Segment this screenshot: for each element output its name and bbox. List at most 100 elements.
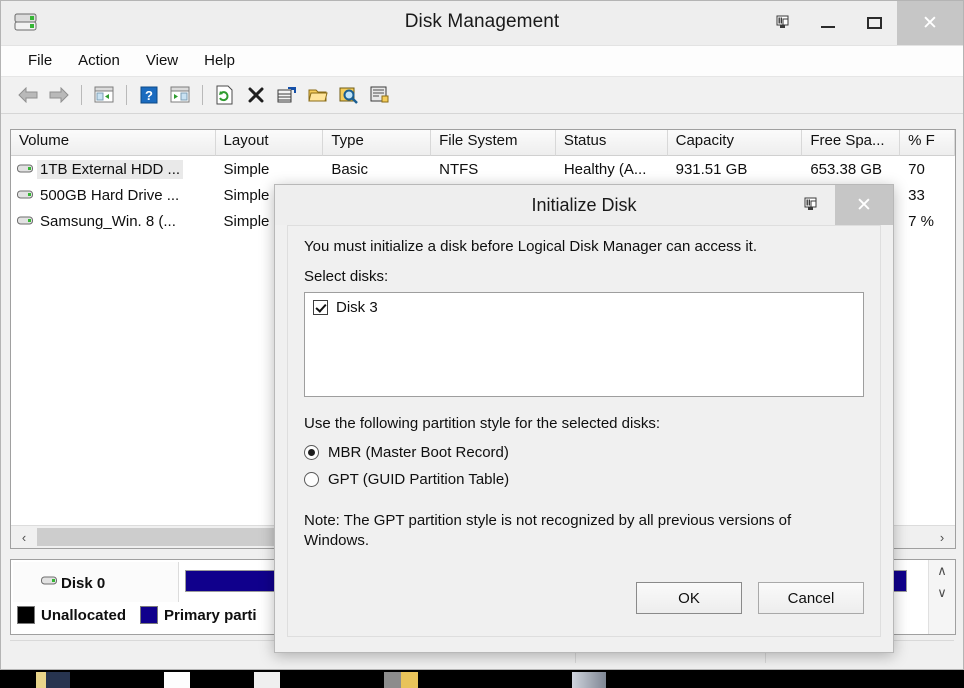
toolbar-action-pane-button[interactable] [165,81,195,109]
dialog-close-button[interactable]: ✕ [835,185,893,225]
volume-list-header: Volume Layout Type File System Status Ca… [11,130,955,156]
select-disks-label: Select disks: [304,268,389,285]
open-icon [308,89,328,102]
menu-action[interactable]: Action [65,50,133,72]
window-close-button[interactable]: ✕ [897,1,963,45]
taskbar-item-3[interactable] [72,672,162,688]
taskbar-item-5[interactable] [192,672,252,688]
toolbar-delete-button[interactable] [241,81,271,109]
drive-icon [17,190,33,199]
show-hide-console-tree-icon [94,86,114,103]
toolbar: ? [1,77,963,114]
disk-label: Disk 3 [336,299,378,316]
toolbar-console-tree-button[interactable] [89,81,119,109]
dialog-help-button[interactable] [787,185,835,225]
dialog-actions: OK Cancel [636,582,864,614]
taskbar-item-7[interactable] [282,672,382,688]
legend-unallocated-label: Unallocated [41,606,127,624]
scroll-right-icon[interactable]: › [929,527,955,548]
column-header-file-system[interactable]: File System [431,130,556,156]
list-item[interactable]: Disk 3 [305,293,863,316]
legend-primary-swatch [140,606,159,624]
dialog-note-text: Note: The GPT partition style is not rec… [304,512,792,549]
window-controls: ✕ [761,1,963,45]
graphical-pane-vertical-scrollbar[interactable]: ∧ ∨ [928,560,955,634]
back-icon [18,87,38,103]
minimize-icon [821,26,835,28]
disk-info: Disk 0 [13,562,179,602]
cell-volume: Samsung_Win. 8 (... [11,212,216,231]
taskbar-item-2[interactable] [36,672,70,688]
cell-file-system: NTFS [439,160,479,178]
volume-name: 500GB Hard Drive ... [40,186,180,204]
menu-view[interactable]: View [133,50,191,72]
radio-mbr[interactable]: MBR (Master Boot Record) [304,439,509,466]
radio-mbr-indicator[interactable] [304,445,319,460]
menu-help[interactable]: Help [191,50,248,72]
rescan-disks-icon [339,87,358,104]
toolbar-open-button[interactable] [303,81,333,109]
table-row[interactable]: 1TB External HDD ... Simple Basic NTFS H… [11,156,955,182]
dialog-titlebar: Initialize Disk ✕ [275,185,893,225]
scroll-left-icon[interactable]: ‹ [11,527,37,548]
taskbar-item-6[interactable] [254,672,280,688]
scroll-up-icon[interactable]: ∧ [929,560,955,582]
delete-icon [248,87,264,103]
initialize-disk-dialog: Initialize Disk ✕ You must initialize a … [274,184,894,653]
ok-button[interactable]: OK [636,582,742,614]
taskbar-item-10[interactable] [572,672,606,688]
column-header-type[interactable]: Type [323,130,432,156]
toolbar-back-button[interactable] [13,81,43,109]
taskbar-item-9[interactable] [420,672,570,688]
taskbar-item-1[interactable] [0,672,34,688]
column-header-capacity[interactable]: Capacity [667,130,803,156]
menu-file[interactable]: File [15,50,65,72]
window-maximize-button[interactable] [851,1,897,45]
cell-volume: 1TB External HDD ... [11,159,216,179]
toolbar-separator [126,85,127,105]
show-hide-action-pane-icon [170,86,190,103]
cell-type: Basic [331,160,369,178]
column-header-free-space[interactable]: Free Spa... [802,130,901,156]
radio-mbr-label: MBR (Master Boot Record) [328,444,509,461]
help-window-icon [776,15,789,28]
legend-primary-label: Primary parti [164,606,257,624]
menubar: File Action View Help [1,46,963,77]
column-header-layout[interactable]: Layout [215,130,324,156]
toolbar-forward-button[interactable] [44,81,74,109]
close-icon: ✕ [856,194,872,216]
cell-capacity: 931.51 GB [675,160,748,178]
column-header-status[interactable]: Status [555,130,668,156]
window-help-button[interactable] [761,1,805,45]
toolbar-properties-button[interactable] [272,81,302,109]
column-header-volume[interactable]: Volume [11,130,216,156]
toolbar-help-button[interactable]: ? [134,81,164,109]
taskbar-item-11[interactable] [608,672,962,688]
dialog-window-controls: ✕ [787,185,893,225]
refresh-icon [216,85,233,105]
toolbar-all-tasks-button[interactable] [365,81,395,109]
radio-gpt-indicator[interactable] [304,472,319,487]
toolbar-rescan-disks-button[interactable] [334,81,364,109]
scroll-down-icon[interactable]: ∨ [929,582,955,604]
taskbar [0,670,964,688]
taskbar-item-8[interactable] [384,672,418,688]
drive-icon [17,216,33,225]
toolbar-refresh-button[interactable] [210,81,240,109]
window-titlebar: Disk Management ✕ [1,1,963,46]
taskbar-item-4[interactable] [164,672,190,688]
disk-checkbox[interactable] [313,300,328,315]
cancel-button[interactable]: Cancel [758,582,864,614]
column-header-percent-free[interactable]: % F [900,130,955,156]
cell-percent-free: 7 % [908,212,934,230]
drive-icon [17,164,33,173]
dialog-body: You must initialize a disk before Logica… [287,225,881,637]
radio-gpt[interactable]: GPT (GUID Partition Table) [304,466,509,493]
window-minimize-button[interactable] [805,1,851,45]
volume-name: Samsung_Win. 8 (... [40,212,176,230]
svg-text:?: ? [145,88,153,103]
help-icon: ? [140,86,158,104]
properties-icon [277,87,296,103]
partition-style-radio-group: MBR (Master Boot Record) GPT (GUID Parti… [304,439,509,493]
disk-listbox[interactable]: Disk 3 [304,292,864,397]
